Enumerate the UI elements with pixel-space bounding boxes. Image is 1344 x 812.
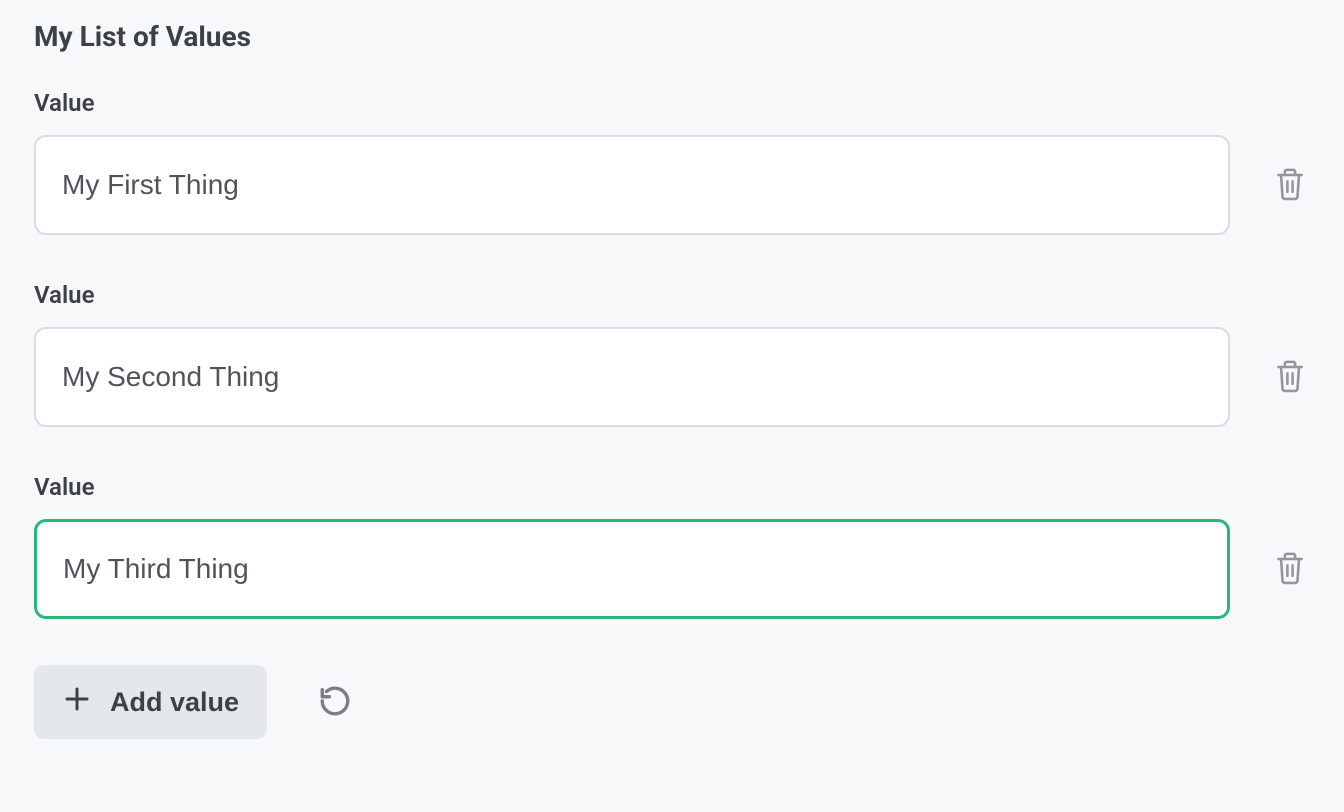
trash-icon (1274, 166, 1306, 205)
value-label: Value (34, 281, 1230, 309)
value-row: Value (34, 89, 1310, 235)
delete-button[interactable] (1270, 165, 1310, 205)
value-input[interactable] (34, 519, 1230, 619)
trash-icon (1274, 550, 1306, 589)
delete-button[interactable] (1270, 549, 1310, 589)
footer-row: Add value (34, 665, 1310, 739)
value-label: Value (34, 89, 1230, 117)
add-value-button[interactable]: Add value (34, 665, 267, 739)
value-input[interactable] (34, 327, 1230, 427)
section-title: My List of Values (34, 20, 1310, 53)
trash-icon (1274, 358, 1306, 397)
add-value-label: Add value (110, 687, 239, 718)
value-field: Value (34, 473, 1230, 619)
value-field: Value (34, 281, 1230, 427)
reset-button[interactable] (315, 682, 355, 722)
value-row: Value (34, 281, 1310, 427)
value-input[interactable] (34, 135, 1230, 235)
value-row: Value (34, 473, 1310, 619)
delete-button[interactable] (1270, 357, 1310, 397)
value-label: Value (34, 473, 1230, 501)
plus-icon (62, 684, 92, 721)
undo-history-icon (318, 684, 352, 721)
value-field: Value (34, 89, 1230, 235)
